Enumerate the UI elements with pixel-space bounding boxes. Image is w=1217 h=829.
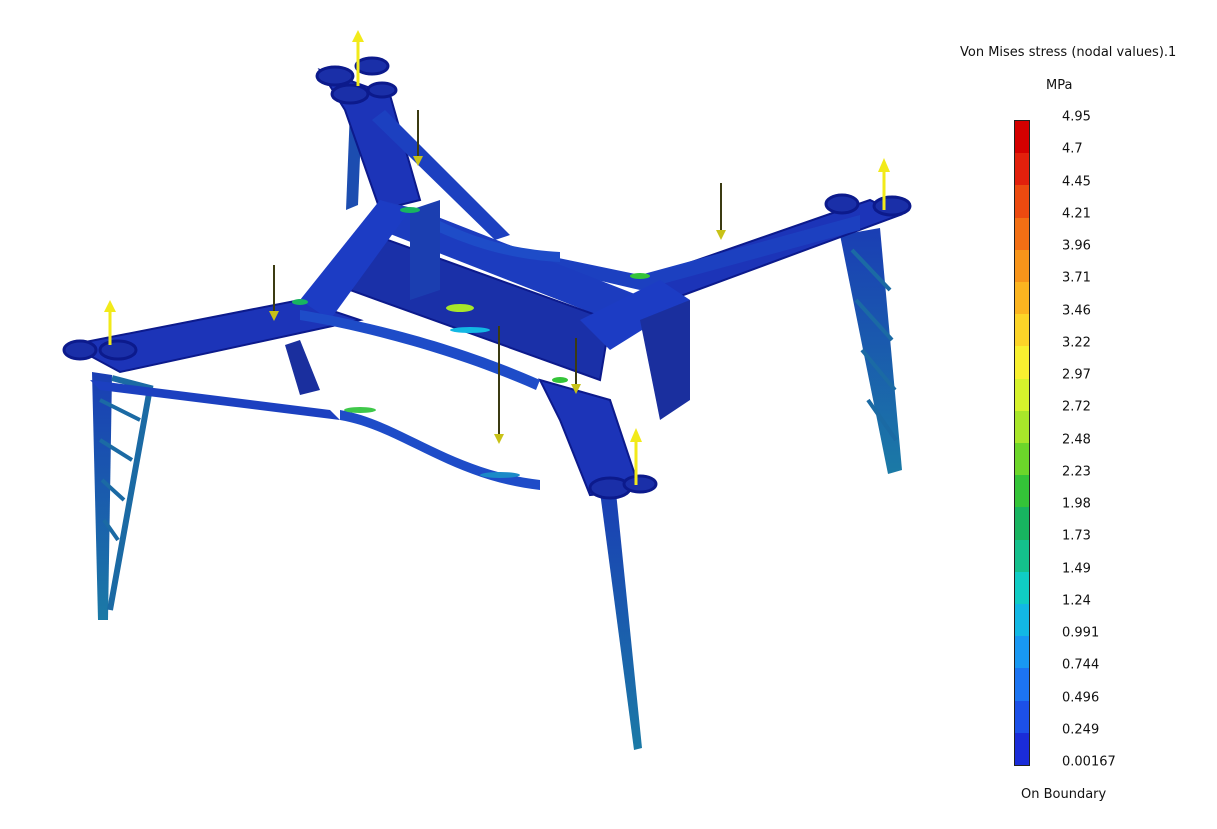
colorbar-tick-label: 4.21	[1062, 206, 1091, 222]
colorbar-tick-label: 2.48	[1062, 432, 1091, 447]
stress-colorbar[interactable]	[1014, 120, 1030, 766]
hotspot-front-beam	[344, 407, 376, 413]
colorbar-tick-label: 0.991	[1062, 625, 1100, 641]
colorbar-tick-label: 3.96	[1062, 238, 1091, 254]
colorbar-band	[1015, 571, 1029, 605]
colorbar-tick-label: 4.95	[1062, 109, 1091, 125]
colorbar-tick-label: 3.46	[1062, 303, 1091, 318]
colorbar-tick-label: 3.22	[1062, 335, 1091, 351]
colorbar-tick-label: 1.24	[1062, 593, 1091, 609]
colorbar-band	[1015, 282, 1029, 315]
colorbar-tick-label: 1.73	[1062, 528, 1091, 544]
legend-footer: On Boundary	[1021, 787, 1107, 802]
colorbar-band	[1015, 217, 1029, 251]
arm-front	[538, 378, 642, 497]
colorbar-band	[1015, 185, 1029, 219]
legend-unit: MPa	[1046, 78, 1073, 93]
colorbar-tick-label: 0.496	[1062, 690, 1100, 705]
colorbar-band	[1015, 410, 1029, 444]
colorbar-tick-label: 1.98	[1062, 496, 1091, 512]
colorbar-band	[1015, 249, 1029, 283]
colorbar-tick-label: 2.23	[1062, 464, 1091, 480]
colorbar-band	[1015, 604, 1029, 637]
colorbar-tick-label: 4.7	[1062, 141, 1083, 157]
colorbar-band	[1015, 443, 1029, 476]
colorbar-band	[1015, 153, 1029, 186]
landing-legs	[92, 110, 902, 750]
arrow-down-icon	[716, 183, 726, 240]
colorbar-tick-label: 3.71	[1062, 270, 1091, 286]
colorbar-tick-label: 0.00167	[1062, 754, 1116, 770]
colorbar-tick-label: 0.744	[1062, 657, 1100, 673]
colorbar-band	[1015, 700, 1029, 734]
stress-model-render[interactable]	[0, 0, 940, 829]
colorbar-band	[1015, 475, 1029, 508]
colorbar-band	[1015, 539, 1029, 573]
colorbar-tick-label: 2.72	[1062, 399, 1091, 415]
arrow-down-icon	[269, 265, 279, 321]
leg-front-right	[600, 492, 642, 750]
colorbar-band	[1015, 732, 1029, 766]
colorbar-tick-label: 4.45	[1062, 174, 1091, 189]
leg-front-left	[92, 372, 112, 620]
colorbar-band	[1015, 636, 1029, 669]
colorbar-band	[1015, 668, 1029, 702]
arrow-down-icon	[413, 110, 423, 166]
curved-beam-front	[340, 410, 540, 490]
colorbar-tick-label: 1.49	[1062, 561, 1091, 576]
colorbar-band	[1015, 346, 1029, 380]
colorbar-band	[1015, 378, 1029, 412]
hotspot-center-beam	[446, 304, 474, 312]
colorbar-band	[1015, 507, 1029, 541]
colorbar-tick-label: 2.97	[1062, 367, 1091, 383]
legend-title: Von Mises stress (nodal values).1	[960, 45, 1177, 60]
analysis-viewport[interactable]: Von Mises stress (nodal values).1 MPa 4.…	[0, 0, 1217, 829]
frame-structure	[67, 68, 903, 497]
colorbar-band	[1015, 314, 1029, 347]
colorbar-band	[1015, 121, 1029, 154]
colorbar-tick-label: 0.249	[1062, 722, 1100, 738]
